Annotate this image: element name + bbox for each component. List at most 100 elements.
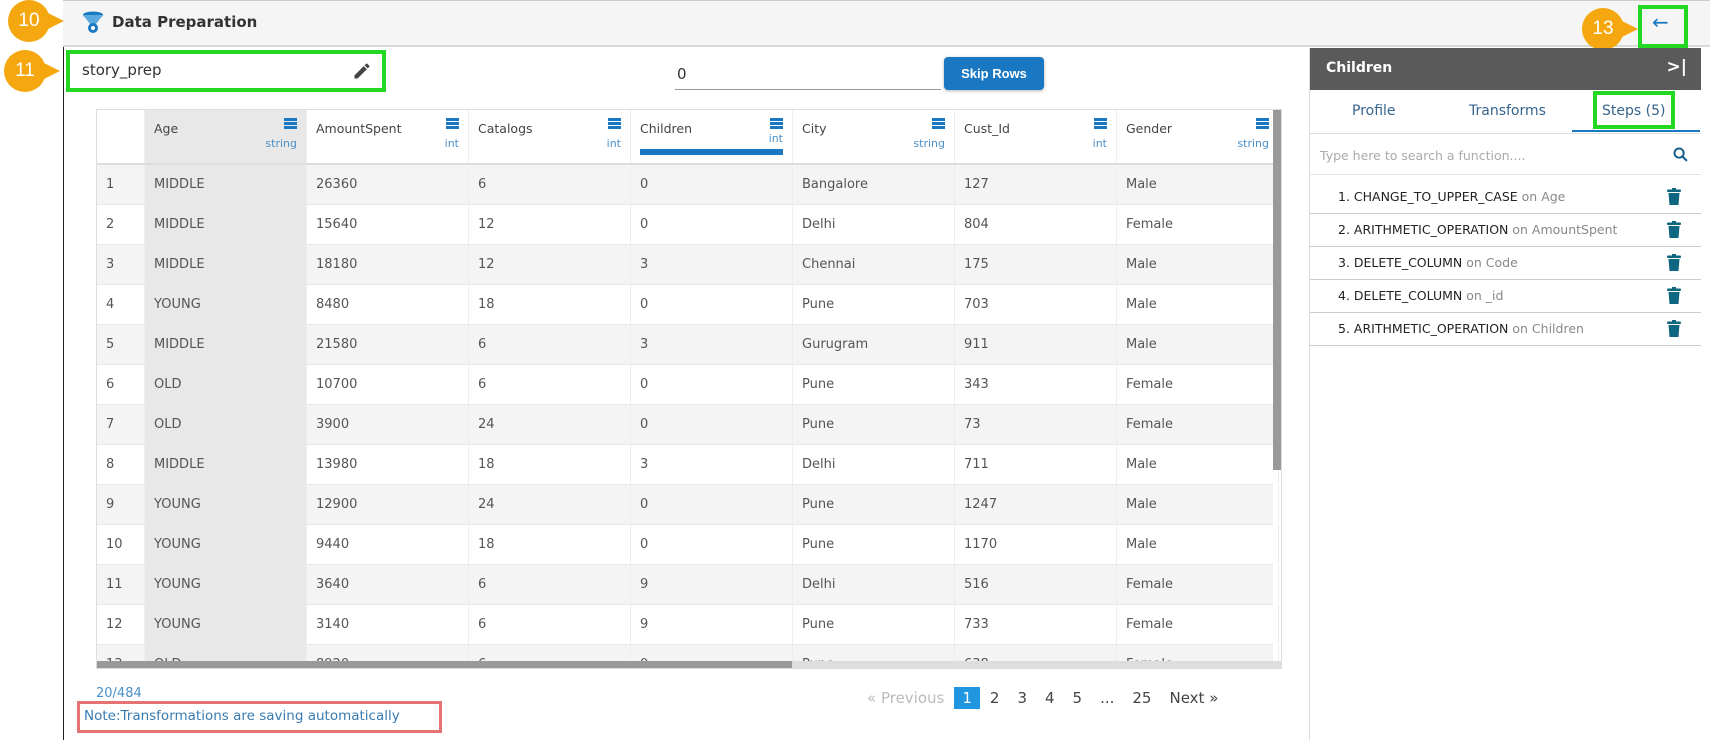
table-cell: Female [1117,205,1279,244]
table-row[interactable]: 8 MIDDLE 13980 18 3 Delhi 711 Male [97,445,1279,485]
table-cell: 804 [955,205,1117,244]
table-row[interactable]: 1 MIDDLE 26360 6 0 Bangalore 127 Male [97,165,1279,205]
table-cell: 3900 [307,405,469,444]
column-header[interactable]: Children int [631,110,793,163]
transform-step[interactable]: 2. ARITHMETIC_OPERATION on AmountSpent [1310,214,1701,247]
column-menu-icon[interactable] [446,118,459,129]
table-cell: 6 [469,325,631,364]
delete-step-trash-icon[interactable] [1667,320,1681,337]
table-cell: Pune [793,405,955,444]
function-search-input[interactable] [1314,136,1684,174]
column-header[interactable]: City string [793,110,955,163]
table-cell: OLD [145,365,307,404]
table-cell: MIDDLE [145,205,307,244]
table-row[interactable]: 9 YOUNG 12900 24 0 Pune 1247 Male [97,485,1279,525]
skip-rows-button[interactable]: Skip Rows [944,57,1044,90]
column-menu-icon[interactable] [284,118,297,129]
table-cell: MIDDLE [145,445,307,484]
callout-badge: 11 [4,50,60,92]
edit-pencil-icon[interactable] [352,61,372,81]
horizontal-scrollbar-track[interactable] [97,661,1281,668]
column-type: int [606,137,621,150]
search-icon[interactable] [1672,146,1689,163]
page-button[interactable]: 3 [1009,687,1035,709]
next-page-button[interactable]: Next » [1161,687,1226,709]
column-header[interactable]: Gender string [1117,110,1279,163]
tab-profile[interactable]: Profile [1352,103,1396,119]
table-row[interactable]: 5 MIDDLE 21580 6 3 Gurugram 911 Male [97,325,1279,365]
panel-title: Children [1326,60,1393,76]
table-row[interactable]: 4 YOUNG 8480 18 0 Pune 703 Male [97,285,1279,325]
table-cell: 343 [955,365,1117,404]
column-menu-icon[interactable] [770,118,783,129]
delete-step-trash-icon[interactable] [1667,188,1681,205]
column-menu-icon[interactable] [1256,118,1269,129]
delete-step-trash-icon[interactable] [1667,287,1681,304]
transform-step[interactable]: 3. DELETE_COLUMN on Code [1310,247,1701,280]
table-row[interactable]: 12 YOUNG 3140 6 9 Pune 733 Female [97,605,1279,645]
table-cell: 12 [469,245,631,284]
transform-step[interactable]: 1. CHANGE_TO_UPPER_CASE on Age [1310,181,1701,214]
tab-transforms[interactable]: Transforms [1469,103,1546,119]
row-number: 1 [97,165,145,204]
row-number: 9 [97,485,145,524]
table-cell: 703 [955,285,1117,324]
column-menu-icon[interactable] [1094,118,1107,129]
delete-step-trash-icon[interactable] [1667,221,1681,238]
step-target: on _id [1466,288,1504,303]
data-table: Age string AmountSpent int Catalogs int … [96,109,1282,669]
transform-step[interactable]: 4. DELETE_COLUMN on _id [1310,280,1701,313]
transform-step[interactable]: 5. ARITHMETIC_OPERATION on Children [1310,313,1701,346]
table-cell: Female [1117,605,1279,644]
column-menu-icon[interactable] [932,118,945,129]
vertical-scrollbar[interactable] [1273,110,1281,470]
delete-step-trash-icon[interactable] [1667,254,1681,271]
divider [1310,174,1701,175]
table-cell: 3 [631,325,793,364]
step-target: on Children [1512,321,1584,336]
page-button[interactable]: 2 [982,687,1008,709]
table-cell: 24 [469,485,631,524]
back-arrow-icon[interactable]: ← [1652,10,1669,34]
table-row[interactable]: 2 MIDDLE 15640 12 0 Delhi 804 Female [97,205,1279,245]
table-cell: 18 [469,445,631,484]
column-name: AmountSpent [316,121,402,136]
table-cell: Pune [793,365,955,404]
table-row[interactable]: 3 MIDDLE 18180 12 3 Chennai 175 Male [97,245,1279,285]
column-header[interactable]: Age string [145,110,307,163]
table-row[interactable]: 6 OLD 10700 6 0 Pune 343 Female [97,365,1279,405]
table-cell: 3140 [307,605,469,644]
column-name: Gender [1126,121,1173,136]
step-operation: 2. ARITHMETIC_OPERATION [1338,222,1509,237]
table-row[interactable]: 7 OLD 3900 24 0 Pune 73 Female [97,405,1279,445]
collapse-panel-icon[interactable]: >| [1667,57,1687,77]
column-header[interactable]: AmountSpent int [307,110,469,163]
column-menu-icon[interactable] [608,118,621,129]
page-button[interactable]: ... [1092,687,1122,709]
data-preparation-logo-icon [83,11,103,33]
table-row[interactable]: 10 YOUNG 9440 18 0 Pune 1170 Male [97,525,1279,565]
page-button[interactable]: 4 [1037,687,1063,709]
table-row[interactable]: 11 YOUNG 3640 6 9 Delhi 516 Female [97,565,1279,605]
table-cell: Female [1117,405,1279,444]
table-cell: 21580 [307,325,469,364]
page-button[interactable]: 25 [1124,687,1159,709]
horizontal-scrollbar[interactable] [97,661,792,668]
table-cell: 26360 [307,165,469,204]
column-type: int [444,137,459,150]
table-cell: 911 [955,325,1117,364]
row-count: 20/484 [96,686,142,701]
table-cell: Male [1117,485,1279,524]
column-header[interactable]: Cust_Id int [955,110,1117,163]
table-cell: YOUNG [145,605,307,644]
column-type: int [768,132,783,145]
skip-rows-input[interactable] [675,58,941,90]
row-number: 8 [97,445,145,484]
row-number: 4 [97,285,145,324]
page-button[interactable]: 1 [954,687,980,709]
step-operation: 3. DELETE_COLUMN [1338,255,1463,270]
column-header[interactable]: Catalogs int [469,110,631,163]
page-button[interactable]: 5 [1065,687,1091,709]
row-number: 12 [97,605,145,644]
previous-page-button[interactable]: « Previous [859,687,952,709]
